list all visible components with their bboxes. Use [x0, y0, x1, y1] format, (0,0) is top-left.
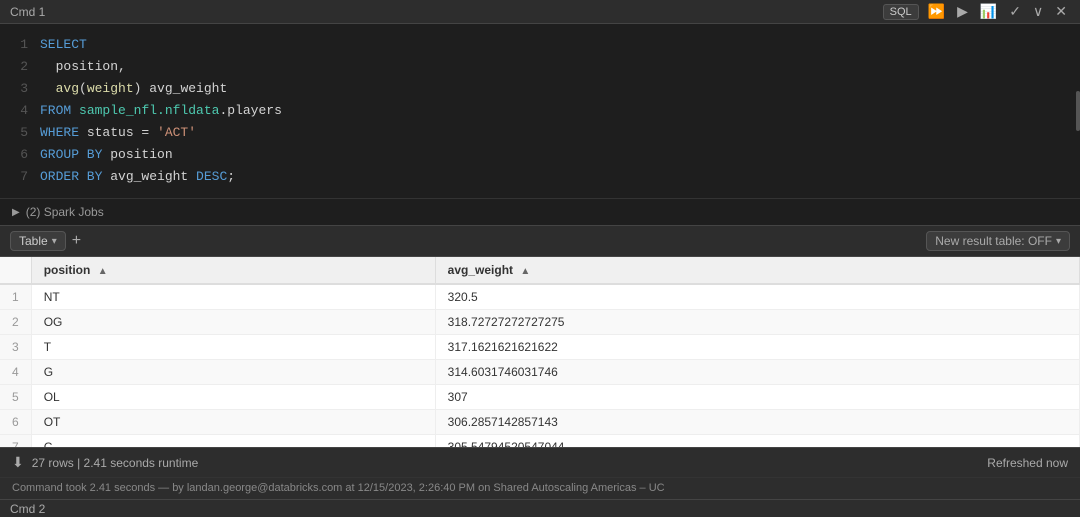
code-line-2: 2 position, — [0, 56, 1080, 78]
tab-chevron-icon: ▾ — [52, 236, 57, 247]
footer: ⬇ 27 rows | 2.41 seconds runtime Refresh… — [0, 447, 1080, 477]
position-cell: T — [31, 335, 435, 360]
download-icon[interactable]: ⬇ — [12, 454, 24, 471]
code-line-5: 5 WHERE status = 'ACT' — [0, 122, 1080, 144]
row-num-cell: 2 — [0, 310, 31, 335]
table-row: 3 T 317.1621621621622 — [0, 335, 1080, 360]
footer-left: ⬇ 27 rows | 2.41 seconds runtime — [12, 454, 198, 471]
position-cell: OT — [31, 410, 435, 435]
row-num-cell: 1 — [0, 284, 31, 310]
expand-icon[interactable]: ∨ — [1030, 3, 1046, 20]
table-row: 5 OL 307 — [0, 385, 1080, 410]
code-line-3: 3 avg(weight) avg_weight — [0, 78, 1080, 100]
avg-weight-cell: 306.2857142857143 — [435, 410, 1079, 435]
avg-weight-cell: 307 — [435, 385, 1079, 410]
position-cell: C — [31, 435, 435, 448]
table-row: 6 OT 306.2857142857143 — [0, 410, 1080, 435]
row-num-cell: 7 — [0, 435, 31, 448]
table-header-row: position ▲ avg_weight ▲ — [0, 257, 1080, 284]
add-tab-button[interactable]: + — [72, 233, 81, 249]
table-row: 7 C 305.54794520547044 — [0, 435, 1080, 448]
avg-weight-cell: 318.72727272727275 — [435, 310, 1079, 335]
top-bar: Cmd 1 SQL ⏩ ▶ 📊 ✓ ∨ ✕ — [0, 0, 1080, 24]
run-all-icon[interactable]: ⏩ — [925, 3, 948, 20]
table-row: 4 G 314.6031746031746 — [0, 360, 1080, 385]
rows-info: 27 rows | 2.41 seconds runtime — [32, 456, 199, 470]
result-toggle-label: New result table: OFF — [935, 234, 1052, 248]
table-tab[interactable]: Table ▾ — [10, 231, 66, 251]
sql-badge: SQL — [883, 4, 919, 20]
status-text: Command took 2.41 seconds — by landan.ge… — [12, 482, 665, 494]
code-line-6: 6 GROUP BY position — [0, 144, 1080, 166]
code-line-7: 7 ORDER BY avg_weight DESC; — [0, 166, 1080, 188]
cmd-title: Cmd 1 — [10, 5, 45, 19]
check-icon[interactable]: ✓ — [1006, 3, 1024, 20]
sort-desc-icon: ▲ — [520, 266, 530, 277]
sort-asc-icon: ▲ — [98, 266, 108, 277]
result-toggle[interactable]: New result table: OFF ▾ — [926, 231, 1070, 251]
result-toggle-chevron-icon: ▾ — [1056, 236, 1061, 247]
refreshed-label: Refreshed now — [987, 456, 1068, 470]
close-icon[interactable]: ✕ — [1052, 3, 1070, 20]
row-num-cell: 3 — [0, 335, 31, 360]
code-editor[interactable]: 1 SELECT 2 position, 3 avg(weight) avg_w… — [0, 24, 1080, 198]
code-line-1: 1 SELECT — [0, 34, 1080, 56]
code-line-4: 4 FROM sample_nfl.nfldata.players — [0, 100, 1080, 122]
avg-weight-cell: 320.5 — [435, 284, 1079, 310]
row-num-cell: 6 — [0, 410, 31, 435]
row-num-cell: 4 — [0, 360, 31, 385]
table-row: 2 OG 318.72727272727275 — [0, 310, 1080, 335]
avg-weight-cell: 305.54794520547044 — [435, 435, 1079, 448]
data-table-container[interactable]: position ▲ avg_weight ▲ 1 NT 320.5 2 OG … — [0, 257, 1080, 447]
table-row: 1 NT 320.5 — [0, 284, 1080, 310]
table-toolbar: Table ▾ + New result table: OFF ▾ — [0, 225, 1080, 257]
position-cell: G — [31, 360, 435, 385]
row-num-cell: 5 — [0, 385, 31, 410]
status-bar: Command took 2.41 seconds — by landan.ge… — [0, 477, 1080, 499]
spark-jobs-label: (2) Spark Jobs — [26, 205, 104, 219]
scroll-hint — [1076, 91, 1080, 131]
position-cell: NT — [31, 284, 435, 310]
table-tab-label: Table — [19, 234, 48, 248]
row-num-header — [0, 257, 31, 284]
avg-weight-cell: 317.1621621621622 — [435, 335, 1079, 360]
spark-jobs[interactable]: ▶ (2) Spark Jobs — [0, 198, 1080, 225]
data-table: position ▲ avg_weight ▲ 1 NT 320.5 2 OG … — [0, 257, 1080, 447]
bottom-cmd: Cmd 2 — [0, 499, 1080, 517]
col-header-position[interactable]: position ▲ — [31, 257, 435, 284]
col-header-avg-weight[interactable]: avg_weight ▲ — [435, 257, 1079, 284]
spark-jobs-arrow: ▶ — [12, 207, 20, 218]
run-icon[interactable]: ▶ — [954, 3, 971, 20]
avg-weight-cell: 314.6031746031746 — [435, 360, 1079, 385]
table-tabs: Table ▾ + — [10, 231, 81, 251]
position-cell: OL — [31, 385, 435, 410]
chart-icon[interactable]: 📊 — [977, 3, 1000, 20]
toolbar-right: SQL ⏩ ▶ 📊 ✓ ∨ ✕ — [883, 3, 1070, 20]
bottom-cmd-label: Cmd 2 — [10, 502, 45, 516]
position-cell: OG — [31, 310, 435, 335]
